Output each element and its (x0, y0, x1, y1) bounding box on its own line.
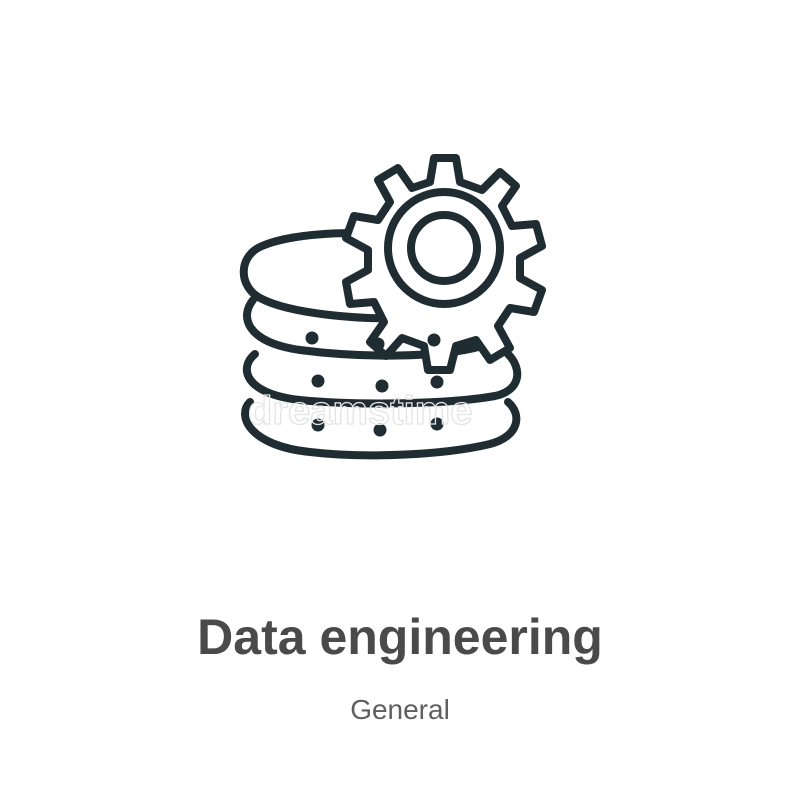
data-engineering-icon: dreamstime (239, 154, 546, 460)
dot (305, 331, 319, 345)
icon-title: Data engineering (197, 609, 603, 665)
icon-area: dreamstime (0, 0, 800, 560)
dot (427, 333, 441, 347)
dot (311, 374, 325, 388)
icon-category: General (350, 694, 450, 725)
watermark-text: dreamstime (248, 389, 473, 433)
dot (371, 337, 385, 351)
dot (430, 375, 444, 389)
